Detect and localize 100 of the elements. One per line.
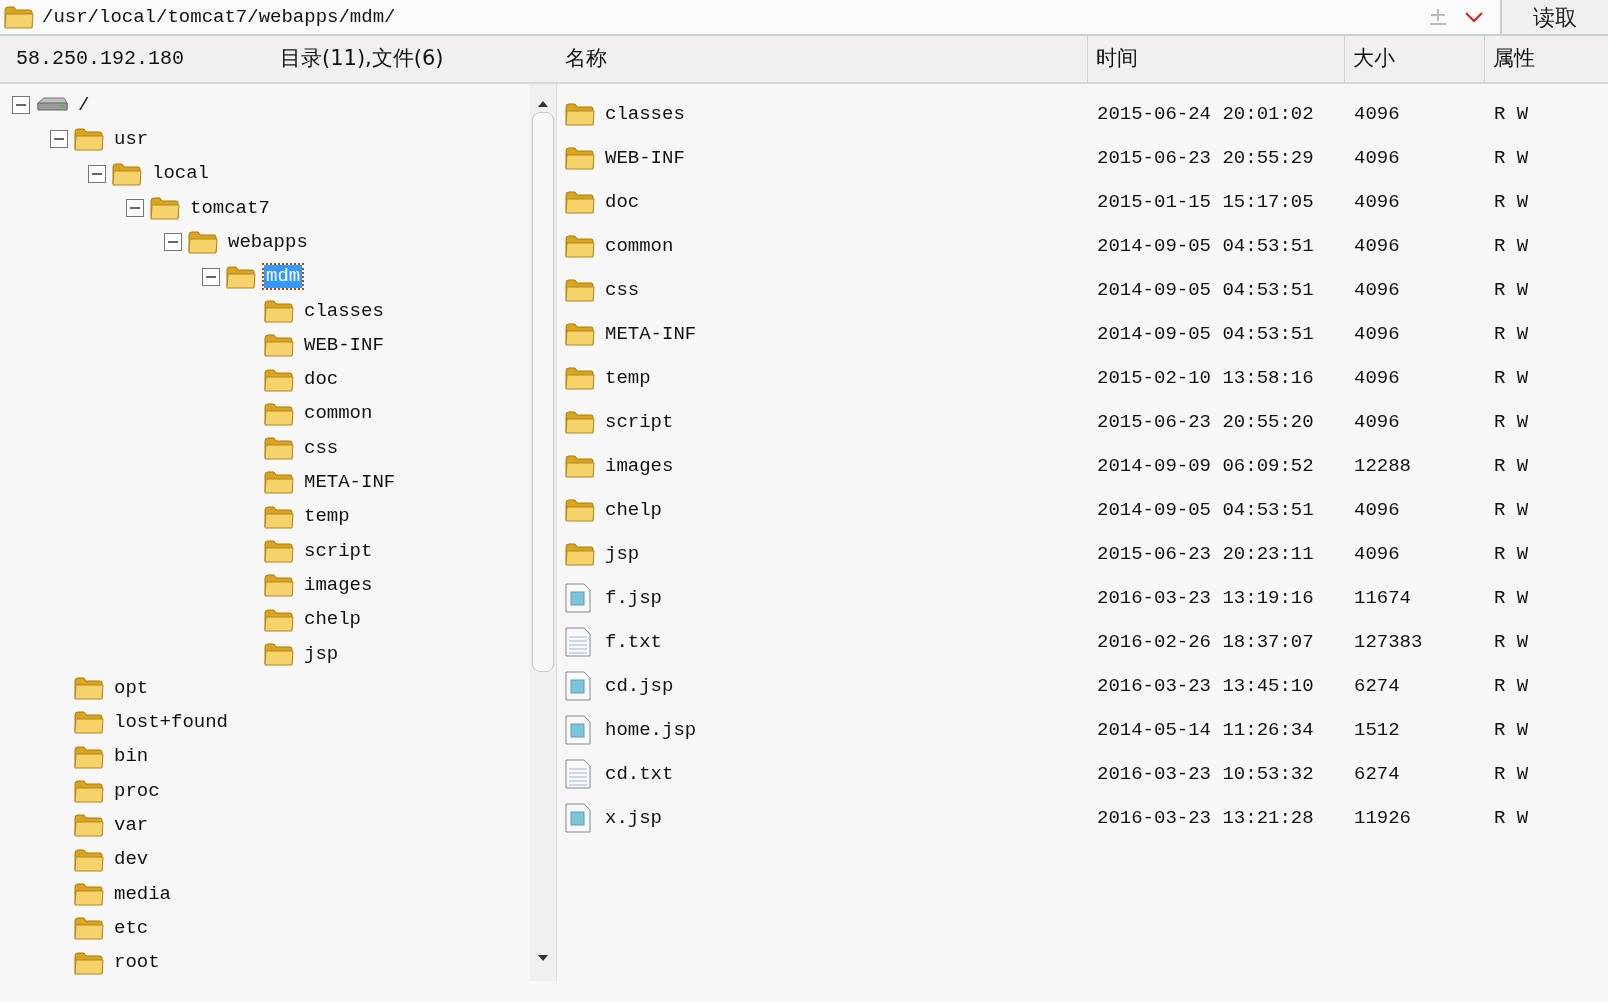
file-name[interactable]: x.jsp bbox=[605, 803, 662, 833]
tree-item[interactable]: root bbox=[112, 951, 162, 974]
path-field[interactable]: /usr/local/tomcat7/webapps/mdm/ bbox=[42, 0, 1428, 34]
folder-icon bbox=[264, 401, 294, 426]
file-name[interactable]: images bbox=[605, 451, 674, 481]
tree-item[interactable]: etc bbox=[112, 916, 151, 940]
folder-icon bbox=[74, 916, 104, 941]
folder-icon bbox=[264, 504, 294, 529]
file-name[interactable]: cd.txt bbox=[605, 759, 674, 789]
file-name[interactable]: META-INF bbox=[605, 319, 697, 349]
file-size: 6274 bbox=[1354, 761, 1401, 787]
folder-icon bbox=[74, 710, 104, 735]
column-header[interactable]: 名称 bbox=[557, 43, 607, 75]
file-size: 6274 bbox=[1354, 673, 1401, 699]
column-header[interactable]: 属性 bbox=[1485, 43, 1535, 75]
collapse-toggle[interactable] bbox=[48, 128, 70, 151]
tree-item[interactable]: script bbox=[302, 539, 375, 563]
file-name[interactable]: WEB-INF bbox=[605, 143, 685, 173]
folder-icon bbox=[264, 298, 294, 323]
folder-icon bbox=[264, 470, 294, 495]
file-name[interactable]: css bbox=[605, 275, 640, 305]
tree-item[interactable]: usr bbox=[112, 128, 151, 151]
folder-icon bbox=[264, 436, 294, 461]
chevron-down-icon[interactable] bbox=[1464, 11, 1484, 23]
tree-item[interactable]: tomcat7 bbox=[188, 196, 272, 220]
file-size: 11674 bbox=[1354, 585, 1412, 611]
folder-icon bbox=[565, 542, 597, 566]
folder-icon bbox=[4, 5, 34, 29]
file-attributes: R W bbox=[1494, 761, 1529, 787]
tree-item[interactable]: jsp bbox=[302, 642, 341, 666]
folder-icon bbox=[74, 744, 104, 769]
folder-icon bbox=[188, 230, 218, 255]
file-size: 12288 bbox=[1354, 453, 1412, 479]
file-time: 2014-09-05 04:53:51 bbox=[1097, 497, 1315, 523]
scrollbar[interactable] bbox=[530, 84, 556, 981]
collapse-toggle[interactable] bbox=[162, 231, 184, 254]
file-time: 2014-05-14 11:26:34 bbox=[1097, 717, 1315, 743]
tree-item[interactable]: META-INF bbox=[302, 471, 398, 494]
file-time: 2015-01-15 15:17:05 bbox=[1097, 189, 1315, 215]
collapse-toggle[interactable] bbox=[124, 197, 146, 220]
file-name[interactable]: script bbox=[605, 407, 674, 437]
tree-item[interactable]: media bbox=[112, 882, 173, 906]
folder-icon bbox=[74, 847, 104, 872]
file-attributes: R W bbox=[1494, 277, 1529, 303]
tree-item[interactable]: chelp bbox=[302, 608, 363, 631]
collapse-toggle[interactable] bbox=[86, 162, 108, 185]
folder-icon bbox=[264, 573, 294, 598]
file-attributes: R W bbox=[1494, 805, 1529, 831]
file-attributes: R W bbox=[1494, 673, 1529, 699]
file-attributes: R W bbox=[1494, 541, 1529, 567]
file-time: 2015-06-23 20:23:11 bbox=[1097, 541, 1315, 567]
folder-icon bbox=[565, 498, 597, 522]
file-name[interactable]: f.jsp bbox=[605, 583, 662, 613]
tree-item[interactable]: proc bbox=[112, 779, 162, 803]
file-size: 4096 bbox=[1354, 321, 1401, 347]
tree-item[interactable]: dev bbox=[112, 848, 151, 872]
collapse-toggle[interactable] bbox=[200, 265, 222, 288]
tree-item[interactable]: WEB-INF bbox=[302, 333, 386, 357]
file-attributes: R W bbox=[1494, 189, 1529, 215]
collapse-toggle[interactable] bbox=[10, 94, 32, 117]
file-name[interactable]: cd.jsp bbox=[605, 671, 674, 701]
column-header[interactable]: 大小 bbox=[1345, 43, 1395, 75]
folder-icon bbox=[565, 102, 597, 126]
tree-item[interactable]: var bbox=[112, 814, 151, 837]
file-size: 4096 bbox=[1354, 233, 1401, 259]
tree-item[interactable]: bin bbox=[112, 745, 151, 769]
tree-item[interactable]: webapps bbox=[226, 230, 310, 254]
tree-item[interactable]: opt bbox=[112, 676, 151, 700]
file-name[interactable]: classes bbox=[605, 99, 685, 129]
file-name[interactable]: home.jsp bbox=[605, 715, 697, 745]
file-size: 127383 bbox=[1354, 629, 1424, 655]
file-time: 2016-03-23 10:53:32 bbox=[1097, 761, 1315, 787]
tree-item[interactable]: classes bbox=[302, 299, 386, 323]
tree-item[interactable]: css bbox=[302, 436, 341, 460]
tree-item[interactable]: local bbox=[150, 162, 211, 186]
tree-item[interactable]: doc bbox=[302, 368, 341, 391]
file-attributes: R W bbox=[1494, 409, 1529, 435]
read-button[interactable]: 读取 bbox=[1500, 0, 1608, 34]
tree-item[interactable]: / bbox=[76, 93, 92, 117]
file-size: 4096 bbox=[1354, 189, 1401, 215]
file-name[interactable]: jsp bbox=[605, 539, 640, 569]
file-name[interactable]: chelp bbox=[605, 495, 662, 525]
tree-item[interactable]: common bbox=[302, 402, 375, 426]
folder-icon bbox=[565, 410, 597, 434]
file-time: 2016-02-26 18:37:07 bbox=[1097, 629, 1315, 655]
folder-icon bbox=[264, 333, 294, 358]
file-name[interactable]: f.txt bbox=[605, 627, 662, 657]
file-time: 2014-09-05 04:53:51 bbox=[1097, 321, 1315, 347]
file-name[interactable]: temp bbox=[605, 363, 651, 393]
file-name[interactable]: doc bbox=[605, 187, 640, 217]
tree-item[interactable]: images bbox=[302, 573, 375, 597]
tree-item[interactable]: temp bbox=[302, 505, 352, 529]
file-time: 2015-06-24 20:01:02 bbox=[1097, 101, 1315, 127]
file-attributes: R W bbox=[1494, 365, 1529, 391]
tree-item[interactable]: lost+found bbox=[112, 711, 231, 734]
file-time: 2014-09-05 04:53:51 bbox=[1097, 277, 1315, 303]
file-name[interactable]: common bbox=[605, 231, 674, 261]
column-header[interactable]: 时间 bbox=[1088, 43, 1138, 75]
folder-icon bbox=[150, 196, 180, 221]
file-size: 4096 bbox=[1354, 541, 1401, 567]
